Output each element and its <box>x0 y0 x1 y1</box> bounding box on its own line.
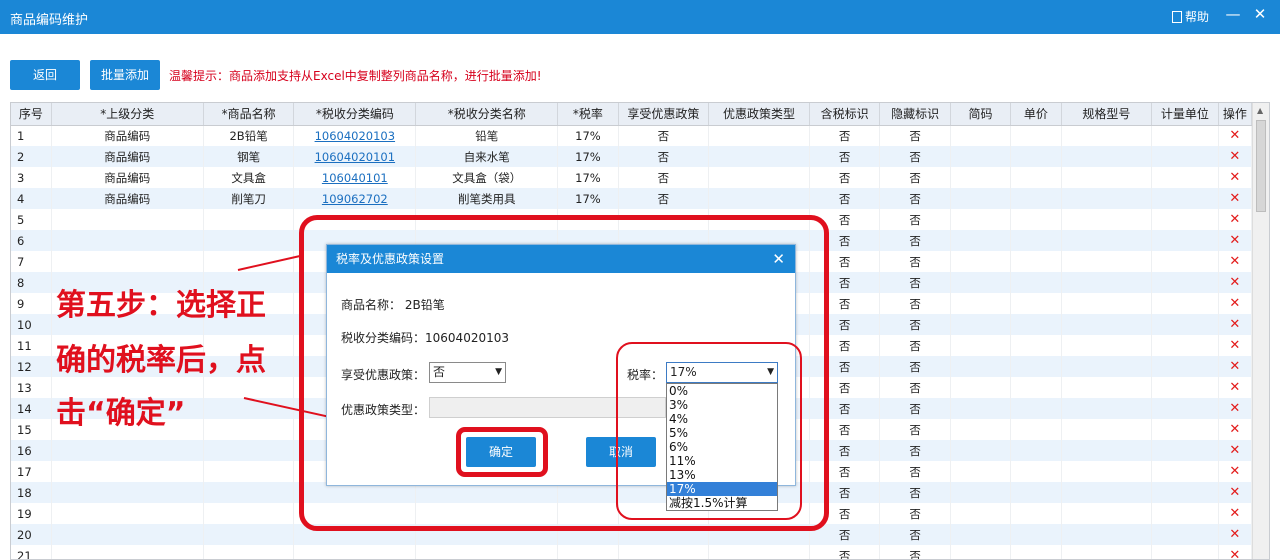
pref-label: 享受优惠政策： <box>341 368 426 382</box>
annotation-line-2: 确的税率后，点 <box>56 343 266 378</box>
product-name-row: 商品名称： 2B铅笔 <box>341 296 445 313</box>
dialog-title-bar: 税率及优惠政策设置 ✕ <box>327 245 795 273</box>
annotation-ok-highlight <box>456 427 548 477</box>
pref-select-value: 否 <box>433 365 446 379</box>
tax-code-value: 10604020103 <box>425 331 509 345</box>
annotation-line-3: 击“确定” <box>56 396 186 431</box>
product-name-label: 商品名称： <box>341 298 402 312</box>
pref-dropdown-icon: ▼ <box>495 367 502 377</box>
pref-type-label: 优惠政策类型： <box>341 403 426 417</box>
annotation-rate-highlight <box>616 342 802 520</box>
tax-code-row: 税收分类编码：10604020103 <box>341 329 509 346</box>
annotation-line-1: 第五步：选择正 <box>56 288 266 323</box>
dialog-title: 税率及优惠政策设置 <box>336 252 445 266</box>
pref-select[interactable]: 否 ▼ <box>429 362 506 383</box>
product-name-value: 2B铅笔 <box>404 298 445 312</box>
dialog-close-icon[interactable]: ✕ <box>772 245 785 273</box>
annotation-line-top <box>237 255 301 271</box>
tax-code-label: 税收分类编码： <box>341 331 426 345</box>
